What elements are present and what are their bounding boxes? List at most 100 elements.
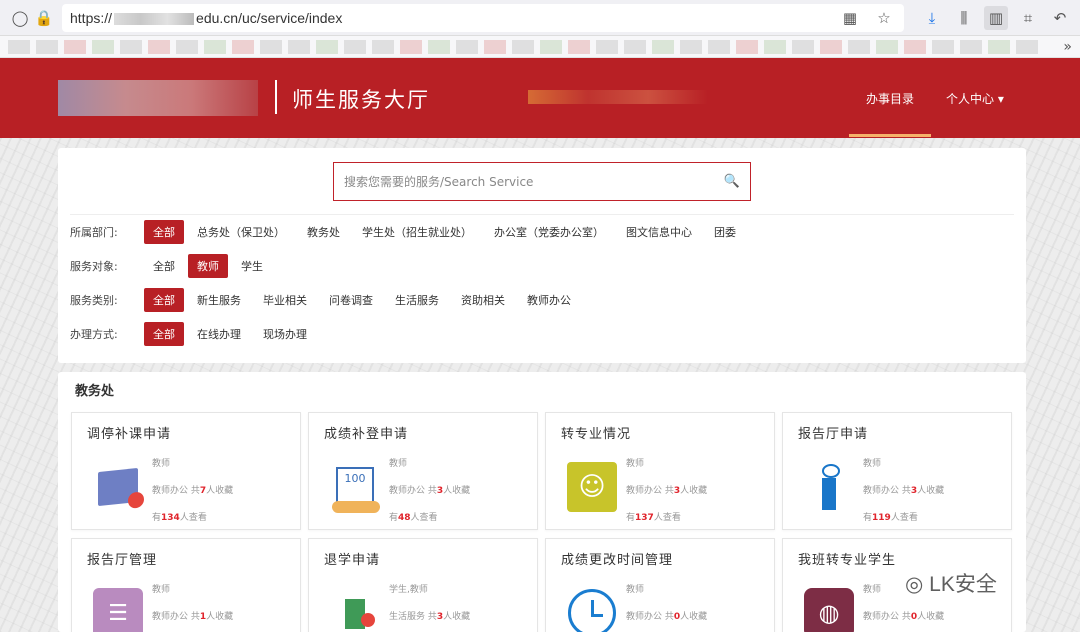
bookmarks-overflow-icon[interactable]: » — [1063, 39, 1072, 55]
bookmark-item[interactable] — [512, 39, 534, 54]
service-card[interactable]: 成绩补登申请 100 教师 教师办公 共3人收藏 有48人查看 — [308, 412, 538, 530]
search-icon[interactable]: 🔍 — [724, 174, 740, 189]
filter-option[interactable]: 全部 — [144, 288, 184, 312]
bookmark-item[interactable] — [792, 39, 814, 54]
card-category: 教师办公 — [626, 612, 663, 622]
bookmark-item[interactable] — [820, 39, 842, 54]
service-card[interactable]: 转专业情况 ☺ 教师 教师办公 共3人收藏 有137人查看 — [545, 412, 775, 530]
bookmark-item[interactable] — [848, 39, 870, 54]
bookmark-item[interactable] — [764, 39, 786, 54]
card-category: 教师办公 — [152, 486, 189, 496]
bookmark-item[interactable] — [64, 39, 86, 54]
bookmark-item[interactable] — [680, 39, 702, 54]
card-audience: 教师 — [626, 585, 645, 595]
bookmark-item[interactable] — [456, 39, 478, 54]
card-favorites: 生活服务 共3人收藏 — [389, 609, 470, 622]
card-title: 报告厅管理 — [87, 553, 158, 568]
filter-label: 服务对象: — [70, 260, 118, 273]
bookmark-star-icon[interactable]: ☆ — [872, 6, 896, 30]
bookmark-item[interactable] — [568, 39, 590, 54]
user-info-redacted — [528, 90, 708, 104]
filter-option[interactable]: 现场办理 — [254, 322, 316, 346]
bookmark-item[interactable] — [540, 39, 562, 54]
filter-option[interactable]: 教务处 — [298, 220, 349, 244]
filter-option[interactable]: 问卷调查 — [320, 288, 382, 312]
filter-option[interactable]: 生活服务 — [386, 288, 448, 312]
bookmark-item[interactable] — [204, 39, 226, 54]
bookmark-item[interactable] — [92, 39, 114, 54]
card-views: 有48人查看 — [389, 510, 438, 523]
views-prefix: 有 — [626, 513, 636, 523]
filter-option[interactable]: 在线办理 — [188, 322, 250, 346]
bookmark-item[interactable] — [400, 39, 422, 54]
card-category: 生活服务 — [389, 612, 426, 622]
service-card[interactable]: 退学申请 学生,教师 生活服务 共3人收藏 — [308, 538, 538, 632]
crop-icon[interactable]: ⌗ — [1016, 6, 1040, 30]
service-card[interactable]: 调停补课申请 教师 教师办公 共7人收藏 有134人查看 — [71, 412, 301, 530]
service-card[interactable]: 报告厅管理 ☰ 教师 教师办公 共1人收藏 — [71, 538, 301, 632]
nav-catalog[interactable]: 办事目录 — [866, 90, 914, 107]
bookmark-item[interactable] — [176, 39, 198, 54]
card-category: 教师办公 — [863, 612, 900, 622]
bookmark-item[interactable] — [624, 39, 646, 54]
library-icon[interactable]: ⫼ — [952, 6, 976, 30]
download-icon[interactable]: ⤓ — [920, 6, 944, 30]
filter-option[interactable]: 团委 — [705, 220, 745, 244]
bookmark-item[interactable] — [316, 39, 338, 54]
back-arrow-icon[interactable]: ↶ — [1048, 6, 1072, 30]
bookmark-item[interactable] — [652, 39, 674, 54]
bookmark-item[interactable] — [596, 39, 618, 54]
bookmark-item[interactable] — [988, 39, 1010, 54]
filter-option[interactable]: 全部 — [144, 254, 184, 278]
card-favorites: 教师办公 共0人收藏 — [863, 609, 944, 622]
score-sheet-icon: 100 — [329, 461, 381, 513]
address-bar[interactable]: https:// edu.cn/uc/service/index ▦ ☆ — [62, 3, 904, 32]
filter-option[interactable]: 全部 — [144, 220, 184, 244]
qr-code-icon[interactable]: ▦ — [838, 6, 862, 30]
search-input[interactable] — [344, 174, 724, 189]
views-suffix: 人查看 — [410, 513, 438, 523]
filter-option[interactable]: 学生 — [232, 254, 272, 278]
filter-label: 服务类别: — [70, 294, 118, 307]
filter-option[interactable]: 新生服务 — [188, 288, 250, 312]
bookmark-item[interactable] — [876, 39, 898, 54]
card-audience: 教师 — [626, 459, 645, 469]
service-card[interactable]: 成绩更改时间管理 教师 教师办公 共0人收藏 — [545, 538, 775, 632]
filter-option[interactable]: 学生处（招生就业处） — [353, 220, 481, 244]
school-logo[interactable] — [58, 80, 258, 116]
bookmark-item[interactable] — [372, 39, 394, 54]
fav-prefix: 共 — [664, 612, 674, 622]
bookmark-item[interactable] — [8, 39, 30, 54]
filter-option[interactable]: 办公室（党委办公室） — [485, 220, 613, 244]
bookmark-item[interactable] — [344, 39, 366, 54]
bookmark-item[interactable] — [260, 39, 282, 54]
bookmark-item[interactable] — [428, 39, 450, 54]
bookmark-item[interactable] — [148, 39, 170, 54]
bookmark-item[interactable] — [288, 39, 310, 54]
filter-option[interactable]: 教师 — [188, 254, 228, 278]
bookmark-item[interactable] — [120, 39, 142, 54]
bookmark-item[interactable] — [904, 39, 926, 54]
sidebar-icon[interactable]: ▥ — [984, 5, 1008, 30]
bookmark-item[interactable] — [1016, 39, 1038, 54]
bookmark-item[interactable] — [484, 39, 506, 54]
filter-option[interactable]: 教师办公 — [518, 288, 580, 312]
lock-icon[interactable]: 🔒 — [32, 6, 56, 30]
filter-option[interactable]: 毕业相关 — [254, 288, 316, 312]
filter-option[interactable]: 全部 — [144, 322, 184, 346]
bookmark-item[interactable] — [960, 39, 982, 54]
fav-suffix: 人收藏 — [206, 486, 234, 496]
service-card[interactable]: 报告厅申请 教师 教师办公 共3人收藏 有119人查看 — [782, 412, 1012, 530]
fav-suffix: 人收藏 — [206, 612, 234, 622]
filter-option[interactable]: 资助相关 — [452, 288, 514, 312]
bookmark-item[interactable] — [932, 39, 954, 54]
nav-personal-center[interactable]: 个人中心 ▾ — [946, 90, 1004, 107]
bookmark-item[interactable] — [736, 39, 758, 54]
bookmark-item[interactable] — [36, 39, 58, 54]
bookmark-item[interactable] — [232, 39, 254, 54]
views-suffix: 人查看 — [653, 513, 681, 523]
shield-icon[interactable]: ◯ — [8, 6, 32, 30]
filter-option[interactable]: 图文信息中心 — [617, 220, 701, 244]
bookmark-item[interactable] — [708, 39, 730, 54]
filter-option[interactable]: 总务处（保卫处） — [188, 220, 294, 244]
